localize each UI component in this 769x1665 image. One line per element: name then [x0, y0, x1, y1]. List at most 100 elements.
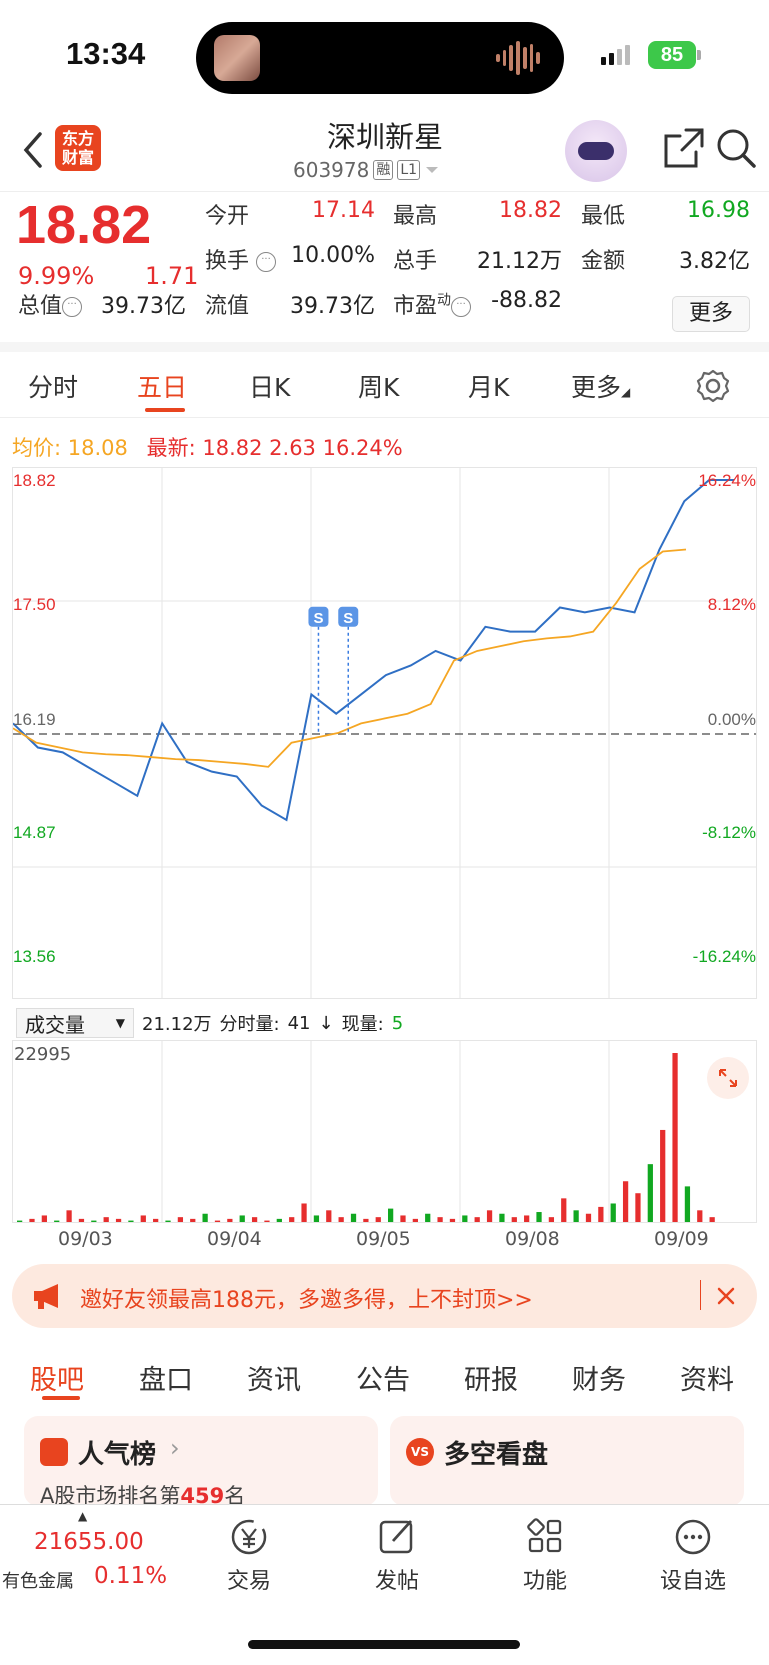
latest-change: 2.63	[269, 436, 316, 460]
mktcap-value: 39.73亿	[101, 294, 186, 319]
volume-bar	[573, 1210, 579, 1222]
turnover-value: 10.00%	[291, 243, 375, 268]
volume-bar	[462, 1215, 468, 1222]
expand-icon[interactable]	[706, 1056, 750, 1100]
share-icon[interactable]	[662, 126, 706, 170]
tab-guba[interactable]: 股吧	[30, 1358, 84, 1397]
functions-button[interactable]: 功能	[500, 1517, 590, 1595]
amount-value: 3.82亿	[679, 249, 750, 274]
open-value: 17.14	[312, 198, 375, 223]
y-tick-left: 18.82	[13, 471, 56, 490]
tab-weekly-k[interactable]: 周K	[358, 368, 399, 404]
tab-five-day[interactable]: 五日	[137, 368, 187, 404]
chevron-right-icon: ›	[170, 1434, 180, 1462]
volume-bar	[115, 1218, 122, 1222]
edit-icon	[379, 1520, 413, 1554]
change-amount: 1.71	[145, 262, 199, 290]
battery-tip	[697, 50, 701, 60]
battery-indicator: 85	[648, 41, 696, 69]
pe-label: 市盈动 ···	[393, 288, 472, 320]
change-percent: 9.99%	[18, 262, 95, 290]
stock-code-row[interactable]: 603978 融 L1	[293, 158, 440, 182]
volume-bar	[511, 1217, 517, 1222]
tab-pankou[interactable]: 盘口	[139, 1358, 193, 1397]
volume-bar	[672, 1053, 678, 1222]
tab-daily-k[interactable]: 日K	[249, 368, 290, 404]
y-tick-right: 8.12%	[708, 595, 756, 614]
sector-index-value[interactable]: 21655.00	[34, 1529, 144, 1555]
last-price: 18.82	[16, 195, 152, 255]
volume-bar	[474, 1217, 480, 1222]
volume-bar	[660, 1129, 666, 1222]
y-tick-left: 13.56	[13, 947, 56, 966]
volume-bar	[548, 1217, 555, 1222]
volume-bar	[264, 1220, 270, 1222]
tab-research[interactable]: 研报	[464, 1358, 518, 1397]
volume-bar	[128, 1220, 134, 1222]
tick-volume: 41	[287, 1012, 311, 1034]
volume-bar	[239, 1215, 245, 1222]
low-label: 最低	[581, 204, 626, 229]
five-day-price-chart[interactable]: S S 18.82 16.24% 17.50 8.12% 16.19 0.00% 14.87 -8…	[12, 467, 757, 999]
gear-icon[interactable]	[695, 368, 731, 404]
date-label: 09/04	[207, 1228, 262, 1250]
back-icon[interactable]	[18, 128, 48, 172]
volume-bar	[647, 1164, 653, 1222]
cellular-signal-icon	[601, 45, 630, 65]
status-bar: 13:34 85	[0, 0, 769, 110]
ranking-icon	[40, 1438, 68, 1466]
volume-bar	[437, 1217, 443, 1222]
tab-more[interactable]: 更多◢	[571, 368, 630, 404]
search-icon[interactable]	[714, 126, 758, 170]
volume-bar	[91, 1220, 97, 1222]
dynamic-island[interactable]	[196, 22, 564, 94]
y-tick-right: -16.24%	[693, 947, 756, 966]
volume-bar	[66, 1210, 72, 1222]
volume-label: 总手	[393, 249, 438, 274]
current-volume: 5	[391, 1012, 404, 1034]
info-icon[interactable]: ···	[451, 297, 472, 317]
avg-price: 18.08	[67, 436, 128, 460]
post-button[interactable]: 发帖	[352, 1517, 442, 1595]
tab-profile[interactable]: 资料	[680, 1358, 734, 1397]
tab-monthly-k[interactable]: 月K	[468, 368, 509, 404]
more-button[interactable]: 更多	[672, 296, 750, 332]
volume-bar	[140, 1215, 146, 1222]
active-tab-indicator	[42, 1396, 80, 1400]
bull-bear-card[interactable]: VS 多空看盘	[390, 1416, 744, 1506]
volume-bar	[276, 1218, 282, 1222]
sector-name: 有色金属	[2, 1571, 74, 1592]
add-watchlist-button[interactable]: 设自选	[648, 1517, 738, 1595]
volume-bar	[635, 1193, 641, 1222]
volume-bar	[697, 1210, 703, 1222]
dropdown-caret-icon	[426, 167, 439, 173]
date-label: 09/08	[505, 1228, 560, 1250]
turnover-label: 换手 ···	[205, 243, 277, 275]
volume-bar	[536, 1212, 542, 1222]
tab-intraday[interactable]: 分时	[28, 368, 78, 404]
volume-bar	[622, 1181, 629, 1222]
trade-button[interactable]: 交易	[204, 1517, 294, 1595]
y-tick-right: 16.24%	[698, 471, 756, 490]
close-icon[interactable]	[716, 1286, 736, 1306]
volume-chart[interactable]	[12, 1040, 757, 1223]
margin-tag: 融	[373, 160, 394, 180]
tab-announcements[interactable]: 公告	[356, 1358, 410, 1397]
volume-bar	[709, 1217, 715, 1222]
ai-assistant-avatar[interactable]	[565, 120, 627, 182]
vs-icon: VS	[406, 1438, 434, 1466]
volume-bar	[610, 1203, 616, 1222]
invite-banner[interactable]: 邀好友领最高188元，多邀多得，上不封顶>>	[12, 1264, 757, 1328]
volume-bar	[326, 1210, 332, 1222]
volume-bar	[449, 1218, 456, 1222]
bull-bear-title: 多空看盘	[444, 1440, 549, 1470]
date-label: 09/09	[654, 1228, 709, 1250]
info-icon[interactable]: ···	[62, 297, 83, 317]
tab-news[interactable]: 资讯	[247, 1358, 301, 1397]
tab-finance[interactable]: 财务	[572, 1358, 626, 1397]
volume-bar	[190, 1218, 196, 1222]
popularity-card[interactable]: 人气榜 › A股市场排名第459名	[24, 1416, 378, 1508]
indicator-select[interactable]: 成交量 ▼	[16, 1008, 134, 1038]
info-icon[interactable]: ···	[256, 252, 277, 272]
volume-bar	[561, 1198, 567, 1222]
